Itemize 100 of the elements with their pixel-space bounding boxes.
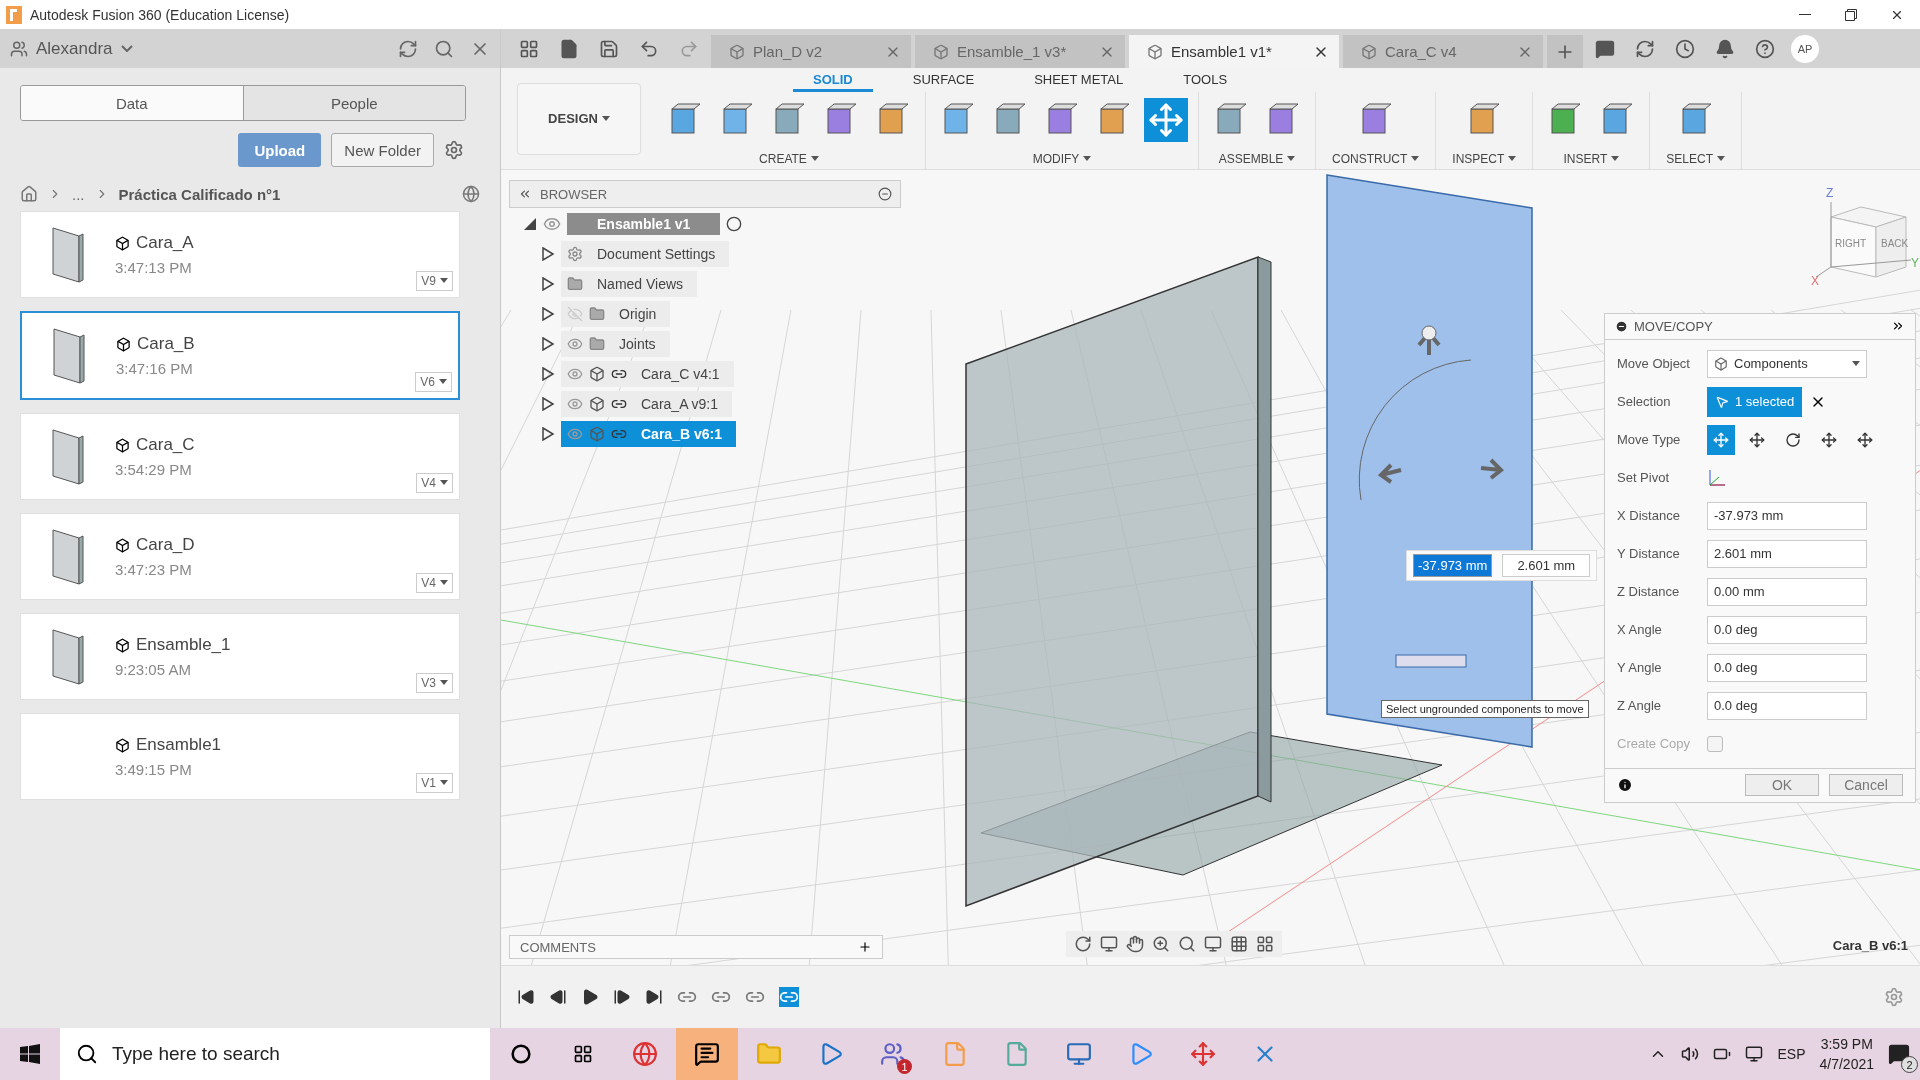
last-step-icon[interactable] xyxy=(645,988,663,1006)
task-view-icon[interactable] xyxy=(573,1044,593,1064)
chat-icon[interactable] xyxy=(1595,38,1615,59)
cancel-button[interactable]: Cancel xyxy=(1829,774,1903,797)
grid-icon[interactable] xyxy=(1230,935,1248,953)
network-icon[interactable] xyxy=(1745,1045,1764,1063)
panel-tab[interactable]: Data xyxy=(21,86,243,120)
panel-tab[interactable]: People xyxy=(242,86,465,120)
ribbon-group-menu[interactable]: CONSTRUCT xyxy=(1326,151,1426,167)
settings-icon[interactable] xyxy=(1884,987,1904,1007)
chevron-down-icon[interactable] xyxy=(120,45,133,52)
apps-grid-icon[interactable] xyxy=(519,38,539,59)
ribbon-tab[interactable]: SURFACE xyxy=(892,70,995,92)
version-dropdown[interactable]: V4 xyxy=(416,573,453,593)
user-menu[interactable]: Alexandra xyxy=(36,38,113,59)
windows-start-icon[interactable] xyxy=(20,1044,40,1064)
play-icon[interactable] xyxy=(581,988,599,1006)
next-step-icon[interactable] xyxy=(613,988,631,1006)
ok-button[interactable]: OK xyxy=(1745,774,1819,797)
pan-icon[interactable] xyxy=(1126,935,1144,953)
version-dropdown[interactable]: V4 xyxy=(416,473,453,493)
restore-icon[interactable] xyxy=(1845,8,1857,21)
notification-icon[interactable] xyxy=(1715,38,1735,59)
breadcrumb-link[interactable]: ... xyxy=(72,185,85,203)
search-icon[interactable] xyxy=(434,38,454,59)
settings-icon[interactable] xyxy=(444,140,464,160)
first-step-icon[interactable] xyxy=(517,988,535,1006)
ribbon-group-menu[interactable]: CREATE xyxy=(753,151,825,167)
radio-icon[interactable] xyxy=(726,216,743,232)
expand-triangle-icon[interactable] xyxy=(541,337,555,351)
clock-time[interactable]: 3:59 PM xyxy=(1820,1036,1873,1052)
file-icon[interactable] xyxy=(559,38,579,59)
cortana-icon[interactable] xyxy=(511,1044,531,1064)
document-tab[interactable]: Ensamble1 v1* xyxy=(1129,35,1339,68)
save-icon[interactable] xyxy=(599,38,619,59)
home-icon[interactable] xyxy=(20,185,38,203)
ribbon-group-menu[interactable]: MODIFY xyxy=(1026,151,1098,167)
move-object-dropdown[interactable]: Components xyxy=(1707,349,1867,378)
info-icon[interactable] xyxy=(1617,777,1633,794)
ribbon-group-menu[interactable]: INSPECT xyxy=(1446,151,1523,167)
taskbar-search-field[interactable]: Type here to search xyxy=(60,1028,490,1080)
ribbon-group-menu[interactable]: INSERT xyxy=(1557,151,1626,167)
eye-icon[interactable] xyxy=(567,396,583,412)
tree-item[interactable]: Origin xyxy=(561,301,671,327)
value-input[interactable]: 0.00 mm xyxy=(1707,577,1867,606)
expand-triangle-icon[interactable] xyxy=(541,367,555,381)
expand-triangle-icon[interactable] xyxy=(541,427,555,441)
file-card[interactable]: Ensamble1 3:49:15 PM V1 xyxy=(20,713,460,800)
ribbon-tab[interactable]: TOOLS xyxy=(1163,70,1248,92)
eye-icon[interactable] xyxy=(543,215,561,233)
clock-date[interactable]: 4/7/2021 xyxy=(1819,1056,1874,1072)
ribbon-group-menu[interactable]: ASSEMBLE xyxy=(1212,151,1302,167)
collapse-icon[interactable] xyxy=(1615,319,1628,333)
version-dropdown[interactable]: V6 xyxy=(415,372,452,392)
collapse-panel-icon[interactable] xyxy=(518,187,532,201)
previous-step-icon[interactable] xyxy=(549,988,567,1006)
eye-icon[interactable] xyxy=(567,336,583,352)
tree-item[interactable]: Document Settings xyxy=(561,241,730,267)
clock-icon[interactable] xyxy=(1675,38,1695,59)
volume-icon[interactable] xyxy=(1681,1045,1700,1063)
viewports-icon[interactable] xyxy=(1256,935,1274,953)
value-input[interactable]: 0.0 deg xyxy=(1707,691,1867,720)
display-settings-icon[interactable] xyxy=(1204,935,1222,953)
file-card[interactable]: Cara_B 3:47:16 PM V6 xyxy=(20,311,460,400)
sync-icon[interactable] xyxy=(1635,38,1655,59)
file-card[interactable]: Cara_A 3:47:13 PM V9 xyxy=(20,211,460,298)
version-dropdown[interactable]: V1 xyxy=(416,773,453,793)
expand-triangle-icon[interactable] xyxy=(541,247,555,261)
eye-icon[interactable] xyxy=(567,366,583,382)
timeline-joint-icon[interactable] xyxy=(779,987,799,1007)
value-input[interactable]: 0.0 deg xyxy=(1707,653,1867,682)
file-card[interactable]: Ensamble_1 9:23:05 AM V3 xyxy=(20,613,460,700)
orbit-icon[interactable] xyxy=(1074,935,1092,953)
zoom-icon[interactable] xyxy=(1152,935,1170,953)
browser-app-icon[interactable] xyxy=(632,1041,658,1067)
user-avatar[interactable]: AP xyxy=(1791,35,1819,63)
version-dropdown[interactable]: V3 xyxy=(416,673,453,693)
ribbon-group-menu[interactable]: SELECT xyxy=(1660,151,1732,167)
expand-triangle-icon[interactable] xyxy=(541,307,555,321)
input-language[interactable]: ESP xyxy=(1777,1046,1806,1062)
undo-icon[interactable] xyxy=(639,38,659,59)
ribbon-tab[interactable]: SHEET METAL xyxy=(1014,70,1144,92)
new-folder-button[interactable]: New Folder xyxy=(331,133,434,167)
globe-icon[interactable] xyxy=(462,185,480,203)
value-input[interactable]: -37.973 mm xyxy=(1707,501,1867,530)
tree-item[interactable]: Cara_A v9:1 xyxy=(561,391,733,417)
expand-triangle-icon[interactable] xyxy=(541,397,555,411)
tree-item[interactable]: Named Views xyxy=(561,271,698,297)
minimize-panel-icon[interactable] xyxy=(878,187,892,201)
refresh-icon[interactable] xyxy=(398,38,418,59)
pivot-axes-icon[interactable] xyxy=(1707,467,1727,488)
x-distance-input[interactable]: -37.973 mm xyxy=(1413,554,1493,577)
expand-triangle-icon[interactable] xyxy=(541,277,555,291)
workspace-dropdown[interactable]: DESIGN xyxy=(517,82,641,155)
tree-item[interactable]: Cara_C v4:1 xyxy=(561,361,734,387)
help-icon[interactable] xyxy=(1755,38,1775,59)
collapse-triangle-icon[interactable] xyxy=(523,217,537,231)
file-card[interactable]: Cara_C 3:54:29 PM V4 xyxy=(20,413,460,500)
file-card[interactable]: Cara_D 3:47:23 PM V4 xyxy=(20,513,460,600)
version-dropdown[interactable]: V9 xyxy=(416,271,453,291)
